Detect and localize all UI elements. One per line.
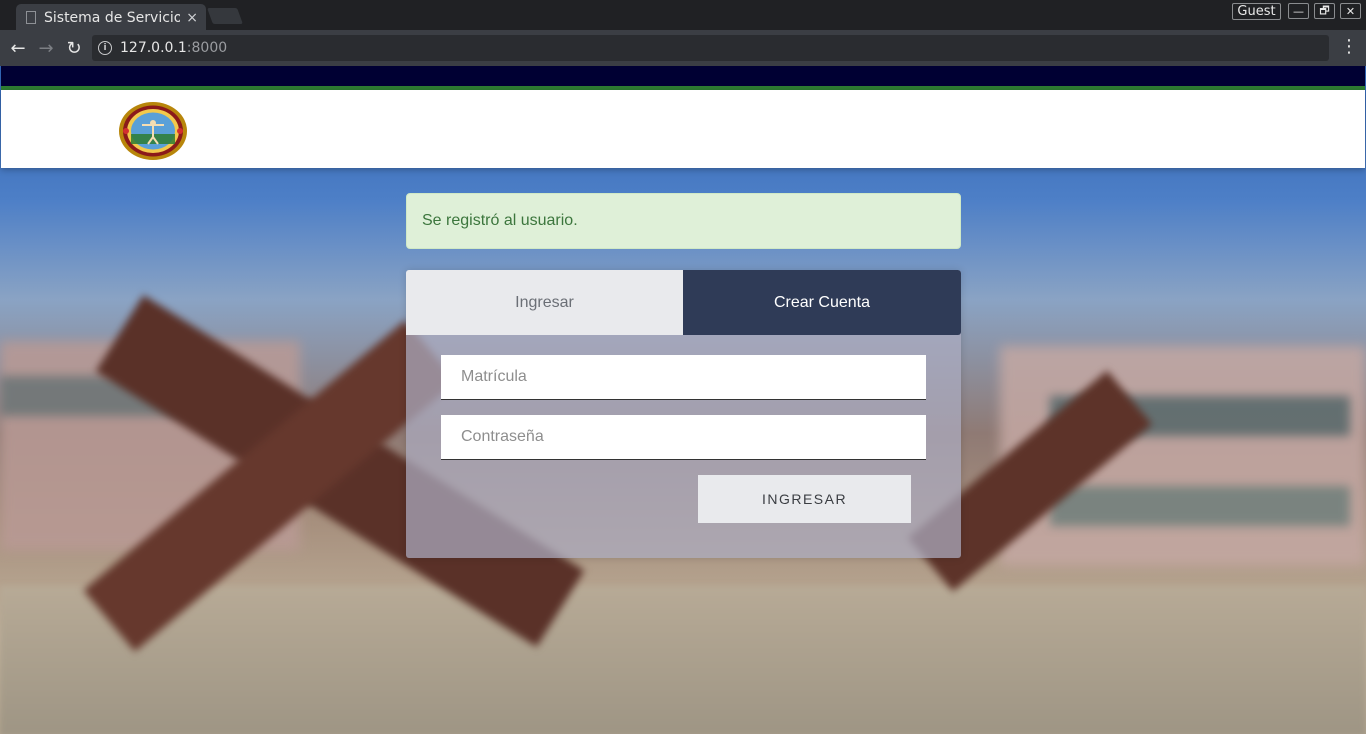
guest-profile-button[interactable]: Guest [1232, 3, 1281, 20]
browser-toolbar: ← → ↻ i 127.0.0.1 :8000 ⋮ [0, 30, 1366, 66]
login-submit-button[interactable]: INGRESAR [698, 475, 911, 523]
matricula-input[interactable] [441, 355, 926, 400]
password-input[interactable] [441, 415, 926, 460]
new-tab-button[interactable] [207, 8, 243, 24]
document-icon [26, 11, 36, 24]
background-windows [1050, 486, 1350, 526]
tab-close-icon[interactable]: × [186, 10, 198, 26]
university-seal-icon [119, 102, 187, 160]
browser-titlebar: Sistema de Servicio × Guest — 🗗 ✕ [0, 0, 1366, 31]
browser-menu-icon[interactable]: ⋮ [1340, 36, 1358, 57]
browser-tab[interactable]: Sistema de Servicio × [16, 4, 206, 31]
forward-arrow-icon[interactable]: → [35, 37, 57, 59]
tab-title: Sistema de Servicio [44, 9, 181, 26]
close-window-button[interactable]: ✕ [1340, 3, 1361, 19]
restore-window-button[interactable]: 🗗 [1314, 3, 1335, 19]
tab-create-account[interactable]: Crear Cuenta [683, 270, 961, 335]
site-header [1, 90, 1365, 168]
url-host: 127.0.0.1 [120, 40, 187, 56]
success-alert: Se registró al usuario. [406, 193, 961, 249]
back-arrow-icon[interactable]: ← [7, 37, 29, 59]
address-bar[interactable]: i 127.0.0.1 :8000 [92, 35, 1329, 61]
background-ground [0, 586, 1366, 734]
url-port: :8000 [186, 40, 228, 56]
auth-panel: Ingresar Crear Cuenta INGRESAR [406, 270, 961, 558]
reload-icon[interactable]: ↻ [63, 37, 85, 59]
page: Se registró al usuario. Ingresar Crear C… [0, 66, 1366, 734]
tab-login[interactable]: Ingresar [406, 270, 683, 335]
minimize-window-button[interactable]: — [1288, 3, 1309, 19]
site-info-icon[interactable]: i [98, 41, 112, 55]
header-top-band [1, 66, 1365, 86]
